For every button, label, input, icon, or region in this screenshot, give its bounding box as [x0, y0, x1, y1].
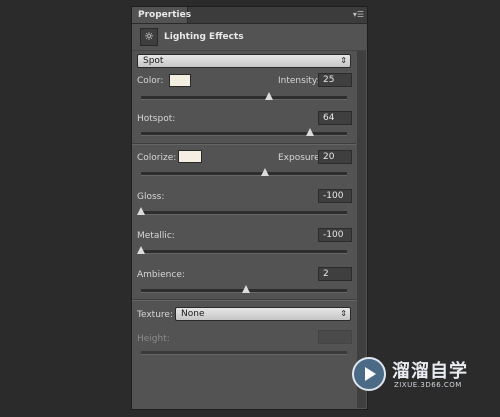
gloss-label: Gloss:: [137, 192, 165, 202]
properties-panel: Properties ▾☰ ☼ Lighting Effects Spot ⇕ …: [131, 6, 368, 410]
section-divider: [132, 299, 356, 301]
metallic-slider-track[interactable]: [137, 246, 347, 254]
gloss-slider-track[interactable]: [137, 207, 347, 215]
intensity-label: Intensity:: [278, 76, 320, 86]
light-type-value: Spot: [143, 56, 164, 66]
watermark-brand: 溜溜自学: [392, 361, 468, 382]
hotspot-slider-thumb[interactable]: [305, 128, 314, 136]
colorize-label: Colorize:: [137, 153, 177, 163]
intensity-slider-track[interactable]: [141, 92, 347, 100]
exposure-input[interactable]: 20: [318, 150, 352, 164]
exposure-label: Exposure:: [278, 153, 323, 163]
color-label: Color:: [137, 76, 164, 86]
exposure-slider-track[interactable]: [141, 168, 347, 176]
texture-select[interactable]: None ⇕: [175, 307, 351, 321]
panel-header: ☼ Lighting Effects: [132, 24, 367, 51]
tab-properties[interactable]: Properties: [132, 7, 191, 23]
metallic-input[interactable]: -100: [318, 228, 352, 242]
hotspot-label: Hotspot:: [137, 114, 176, 124]
hotspot-slider-track[interactable]: [141, 128, 347, 136]
ambience-input[interactable]: 2: [318, 267, 352, 281]
panel-title: Lighting Effects: [164, 32, 244, 42]
intensity-input[interactable]: 25: [318, 73, 352, 87]
watermark-url: ZIXUE.3D66.COM: [394, 381, 462, 389]
gloss-input[interactable]: -100: [318, 189, 352, 203]
texture-value: None: [181, 309, 205, 319]
select-arrows-icon: ⇕: [340, 309, 347, 318]
height-slider-track: [141, 351, 347, 355]
select-arrows-icon: ⇕: [340, 56, 347, 65]
panel-tab-bar: Properties ▾☰: [132, 7, 367, 24]
ambience-label: Ambience:: [137, 270, 185, 280]
watermark-logo-icon: [352, 357, 386, 391]
gloss-slider-thumb[interactable]: [137, 207, 145, 215]
panel-menu-icon[interactable]: ▾☰: [350, 9, 364, 20]
color-swatch[interactable]: [169, 74, 191, 87]
light-type-select[interactable]: Spot ⇕: [137, 54, 351, 68]
watermark: 溜溜自学 ZIXUE.3D66.COM: [352, 355, 482, 395]
exposure-slider-thumb[interactable]: [260, 168, 269, 176]
section-divider: [132, 143, 356, 145]
metallic-label: Metallic:: [137, 231, 175, 241]
colorize-swatch[interactable]: [178, 150, 202, 163]
metallic-slider-thumb[interactable]: [137, 246, 145, 254]
hotspot-input[interactable]: 64: [318, 111, 352, 125]
intensity-slider-thumb[interactable]: [264, 92, 273, 100]
ambience-slider-track[interactable]: [141, 285, 347, 293]
lighting-effects-icon: ☼: [140, 28, 158, 46]
ambience-slider-thumb[interactable]: [242, 285, 251, 293]
height-label: Height:: [137, 334, 170, 344]
height-input: [318, 330, 352, 344]
texture-label: Texture:: [137, 310, 173, 320]
